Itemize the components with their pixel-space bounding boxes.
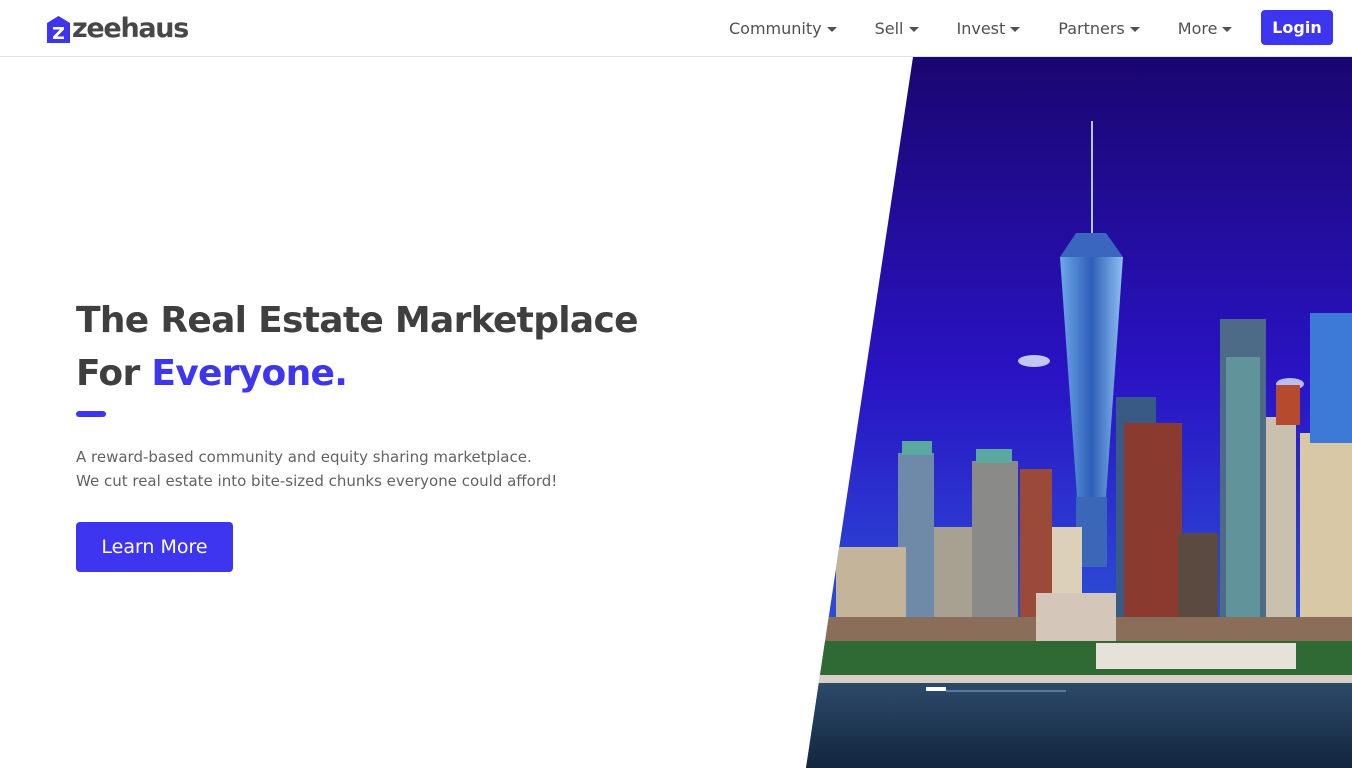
hero-subtitle-line1: A reward-based community and equity shar… [76, 448, 532, 466]
login-button[interactable]: Login [1261, 10, 1333, 45]
nav-item-label: More [1177, 19, 1218, 38]
hero-title-line2-prefix: For [76, 353, 152, 394]
navbar: zeehaus Community Sell Invest Partners M… [0, 0, 1352, 57]
caret-down-icon [908, 26, 919, 32]
hero-subtitle-line2: We cut real estate into bite-sized chunk… [76, 472, 558, 490]
nav-item-label: Partners [1058, 19, 1125, 38]
caret-down-icon [826, 26, 837, 32]
caret-down-icon [1010, 26, 1021, 32]
nav-item-label: Sell [874, 19, 904, 38]
brand-name: zeehaus [72, 13, 189, 44]
nav-item-partners[interactable]: Partners [1058, 0, 1140, 57]
nav-item-invest[interactable]: Invest [957, 0, 1021, 57]
hero-subtitle: A reward-based community and equity shar… [76, 445, 676, 493]
nav-item-label: Community [729, 19, 822, 38]
caret-down-icon [1129, 26, 1140, 32]
nav-item-label: Invest [956, 19, 1006, 38]
hero-title: The Real Estate Marketplace For Everyone… [76, 294, 716, 400]
hero-title-accent: Everyone. [151, 353, 348, 394]
nav-item-community[interactable]: Community [729, 0, 837, 57]
main-nav: Community Sell Invest Partners More [716, 0, 1270, 57]
house-z-logo-icon [47, 15, 70, 43]
hero-title-line1: The Real Estate Marketplace [76, 300, 639, 341]
city-skyline-image [806, 57, 1352, 768]
brand-logo[interactable]: zeehaus [47, 13, 189, 45]
learn-more-button[interactable]: Learn More [76, 522, 233, 572]
nav-item-more[interactable]: More [1178, 0, 1233, 57]
caret-down-icon [1222, 26, 1233, 32]
title-accent-bar [76, 411, 106, 417]
nav-item-sell[interactable]: Sell [875, 0, 919, 57]
